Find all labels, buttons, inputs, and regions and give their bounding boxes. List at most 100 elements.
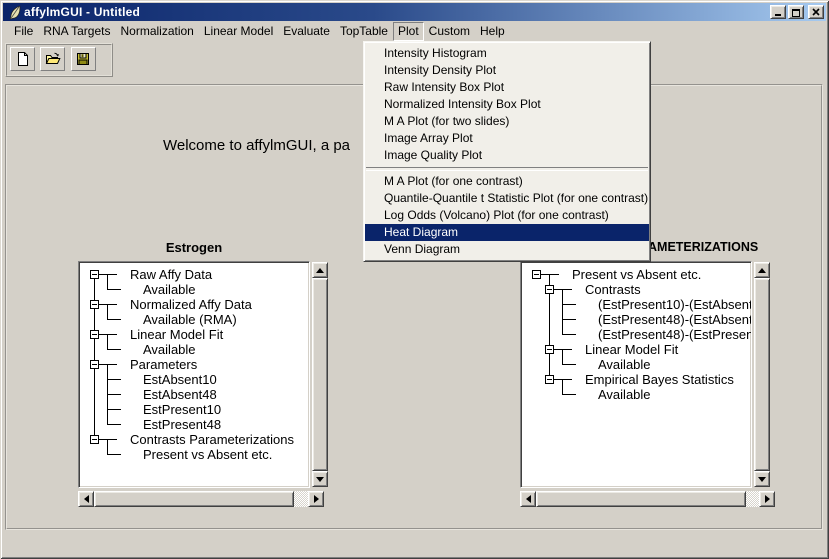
menubar-item-toptable[interactable]: TopTable [335, 22, 393, 41]
tree-item-available-rma[interactable]: Available (RMA) [143, 312, 237, 327]
contrasts-tree-box[interactable]: Present vs Absent etc.Contrasts(EstPrese… [520, 261, 752, 488]
tree-connector-line [99, 304, 117, 305]
tree-item-parameters[interactable]: Parameters [130, 357, 197, 372]
scroll-up-button[interactable] [312, 262, 328, 278]
hscroll-thumb[interactable] [94, 491, 294, 507]
triangle-up-icon [316, 268, 324, 273]
plot-menu-item-m-a-plot-for-two-slides[interactable]: M A Plot (for two slides) [365, 113, 649, 130]
vscroll-thumb[interactable] [754, 278, 770, 471]
feather-app-icon [7, 5, 22, 20]
tree-item-normalized-affy-data[interactable]: Normalized Affy Data [130, 297, 252, 312]
tree-connector-line [554, 379, 572, 380]
menu-bar: FileRNA TargetsNormalizationLinear Model… [3, 21, 826, 41]
scroll-up-button[interactable] [754, 262, 770, 278]
minimize-button[interactable] [770, 5, 786, 19]
tree-expander-minus[interactable] [90, 330, 99, 339]
tree-connector-line [94, 274, 95, 439]
scroll-right-button[interactable] [759, 491, 775, 507]
tree-expander-minus[interactable] [532, 270, 541, 279]
triangle-down-icon [316, 477, 324, 482]
plot-menu-item-heat-diagram[interactable]: Heat Diagram [365, 224, 649, 241]
tree-item-contrasts-parameterizations[interactable]: Contrasts Parameterizations [130, 432, 294, 447]
tree-item-estpresent48-estpresent10[interactable]: (EstPresent48)-(EstPresent10) [598, 327, 752, 342]
tree-item-present-vs-absent-etc[interactable]: Present vs Absent etc. [572, 267, 701, 282]
scroll-left-button[interactable] [520, 491, 536, 507]
status-bar [5, 533, 823, 553]
maximize-icon [792, 9, 800, 17]
contrasts-tree-vscrollbar[interactable] [754, 262, 770, 487]
tree-expander-minus[interactable] [545, 375, 554, 384]
tree-connector-line [541, 274, 559, 275]
scroll-right-button[interactable] [308, 491, 324, 507]
menubar-item-file[interactable]: File [9, 22, 38, 41]
plot-menu-item-m-a-plot-for-one-contrast[interactable]: M A Plot (for one contrast) [365, 173, 649, 190]
maximize-button[interactable] [788, 5, 804, 19]
menubar-item-normalization[interactable]: Normalization [116, 22, 199, 41]
plot-menu-item-normalized-intensity-box-plot[interactable]: Normalized Intensity Box Plot [365, 96, 649, 113]
tree-item-estpresent10[interactable]: EstPresent10 [143, 402, 221, 417]
plot-menu-item-quantile-quantile-t-statistic-plot-for-one-contrast[interactable]: Quantile-Quantile t Statistic Plot (for … [365, 190, 649, 207]
tree-item-estabsent10[interactable]: EstAbsent10 [143, 372, 217, 387]
contrasts-tree-hscrollbar[interactable] [520, 491, 775, 507]
menubar-item-evaluate[interactable]: Evaluate [278, 22, 335, 41]
tree-expander-minus[interactable] [90, 270, 99, 279]
vscroll-thumb[interactable] [312, 278, 328, 471]
open-folder-icon [45, 51, 61, 67]
triangle-left-icon [84, 495, 89, 503]
toolbar [5, 43, 113, 77]
plot-menu-item-intensity-histogram[interactable]: Intensity Histogram [365, 45, 649, 62]
scroll-down-button[interactable] [754, 471, 770, 487]
tree-item-available[interactable]: Available [598, 357, 651, 372]
menubar-item-rna-targets[interactable]: RNA Targets [38, 22, 115, 41]
tree-item-estpresent48[interactable]: EstPresent48 [143, 417, 221, 432]
tree-item-raw-affy-data[interactable]: Raw Affy Data [130, 267, 212, 282]
plot-menu-item-raw-intensity-box-plot[interactable]: Raw Intensity Box Plot [365, 79, 649, 96]
tree-item-available[interactable]: Available [598, 387, 651, 402]
tree-connector-line [107, 334, 108, 349]
tree-item-linear-model-fit[interactable]: Linear Model Fit [130, 327, 223, 342]
menubar-item-custom[interactable]: Custom [424, 22, 475, 41]
tree-connector-line [107, 349, 121, 350]
plot-menu-item-image-array-plot[interactable]: Image Array Plot [365, 130, 649, 147]
new-file-button[interactable] [10, 47, 35, 71]
estrogen-panel-title: Estrogen [78, 240, 310, 255]
plot-menu-item-venn-diagram[interactable]: Venn Diagram [365, 241, 649, 258]
plot-menu-item-log-odds-volcano-plot-for-one-contrast[interactable]: Log Odds (Volcano) Plot (for one contras… [365, 207, 649, 224]
tree-connector-line [562, 289, 563, 334]
plot-menu-item-image-quality-plot[interactable]: Image Quality Plot [365, 147, 649, 164]
estrogen-tree-hscrollbar[interactable] [78, 491, 324, 507]
tree-expander-minus[interactable] [545, 285, 554, 294]
tree-expander-minus[interactable] [90, 435, 99, 444]
plot-menu-item-intensity-density-plot[interactable]: Intensity Density Plot [365, 62, 649, 79]
tree-item-empirical-bayes-statistics[interactable]: Empirical Bayes Statistics [585, 372, 734, 387]
tree-connector-line [107, 454, 121, 455]
tree-item-estpresent48-estabsent48[interactable]: (EstPresent48)-(EstAbsent48) [598, 312, 752, 327]
tree-item-available[interactable]: Available [143, 282, 196, 297]
tree-item-contrasts[interactable]: Contrasts [585, 282, 641, 297]
estrogen-tree-box[interactable]: Raw Affy DataAvailableNormalized Affy Da… [78, 261, 310, 488]
tree-expander-minus[interactable] [545, 345, 554, 354]
tree-connector-line [99, 364, 117, 365]
triangle-down-icon [758, 477, 766, 482]
close-button[interactable] [808, 5, 824, 19]
tree-item-present-vs-absent-etc[interactable]: Present vs Absent etc. [143, 447, 272, 462]
tree-expander-minus[interactable] [90, 300, 99, 309]
save-file-button[interactable] [71, 47, 96, 71]
menubar-item-help[interactable]: Help [475, 22, 510, 41]
tree-item-estpresent10-estabsent10[interactable]: (EstPresent10)-(EstAbsent10) [598, 297, 752, 312]
tree-connector-line [562, 334, 576, 335]
tree-item-available[interactable]: Available [143, 342, 196, 357]
scroll-left-button[interactable] [78, 491, 94, 507]
hscroll-thumb[interactable] [536, 491, 746, 507]
menubar-item-plot[interactable]: Plot [393, 22, 424, 41]
welcome-text: Welcome to affylmGUI, a pa [163, 137, 350, 154]
menubar-item-linear-model[interactable]: Linear Model [199, 22, 278, 41]
tree-connector-line [107, 439, 108, 454]
tree-item-linear-model-fit[interactable]: Linear Model Fit [585, 342, 678, 357]
estrogen-tree-vscrollbar[interactable] [312, 262, 328, 487]
scroll-down-button[interactable] [312, 471, 328, 487]
open-file-button[interactable] [40, 47, 65, 71]
triangle-left-icon [526, 495, 531, 503]
tree-expander-minus[interactable] [90, 360, 99, 369]
tree-item-estabsent48[interactable]: EstAbsent48 [143, 387, 217, 402]
